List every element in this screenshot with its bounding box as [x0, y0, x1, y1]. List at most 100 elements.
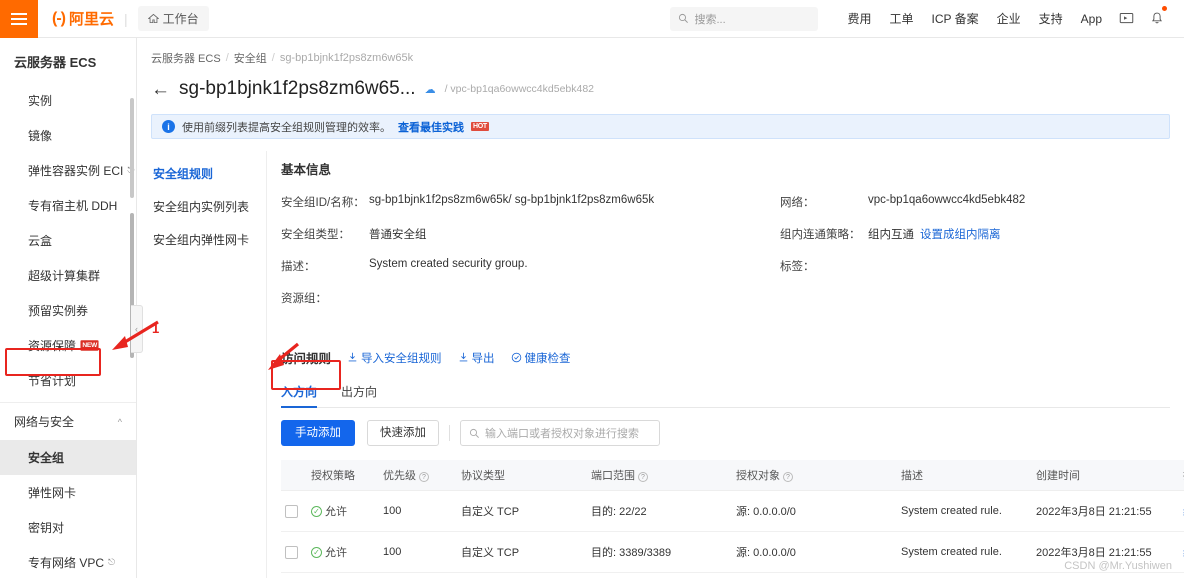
- sidebar-title: 云服务器 ECS: [14, 55, 97, 70]
- sidebar-item-key-pair[interactable]: 密钥对: [0, 510, 136, 545]
- rule-action-label: 健康检查: [524, 352, 571, 365]
- set-group-isolation-link[interactable]: 设置成组内隔离: [920, 226, 1001, 242]
- sidebar-item-resource-assurance[interactable]: 资源保障 NEW: [0, 328, 136, 363]
- home-icon: [147, 13, 159, 24]
- cell-protocol: 全部 ICMP(IPv4): [457, 572, 587, 578]
- direction-tabs: 入方向 出方向: [281, 383, 1170, 408]
- policy-allow-badge: ✓ 允许: [311, 544, 347, 560]
- manual-add-button[interactable]: 手动添加: [281, 420, 355, 446]
- info-label: 组内连通策略：: [780, 229, 861, 241]
- import-security-group-rules-button[interactable]: 导入安全组规则: [347, 350, 442, 366]
- info-row-network: 网络： vpc-bp1qa6owwcc4kd5ebk482: [780, 194, 1170, 210]
- export-button[interactable]: 导出: [458, 350, 495, 366]
- sidebar-item-cloudbox[interactable]: 云盒: [0, 223, 136, 258]
- breadcrumb-item-ecs[interactable]: 云服务器 ECS: [151, 50, 221, 66]
- inner-nav-security-group-rules[interactable]: 安全组规则: [137, 157, 266, 190]
- cell-description: System created rule.: [897, 531, 1032, 573]
- table-row: ✓ 允许 100 全部 ICMP(IPv4) 目的: -1/-1 源: 0.0.…: [281, 572, 1184, 578]
- best-practice-link[interactable]: 查看最佳实践: [398, 119, 464, 135]
- help-icon[interactable]: ?: [419, 472, 429, 482]
- info-label: 安全组类型：: [281, 229, 350, 241]
- sidebar-item-reserved-instance[interactable]: 预留实例券: [0, 293, 136, 328]
- tab-inbound[interactable]: 入方向: [281, 383, 318, 408]
- column-header-policy: 授权策略: [307, 460, 379, 491]
- cell-description: System created rule.: [897, 572, 1032, 578]
- sidebar-item-vpc[interactable]: 专有网络 VPC ⎋: [0, 545, 136, 578]
- annotation-number-1: 1: [152, 321, 160, 336]
- info-label: 网络：: [780, 197, 815, 209]
- inner-nav-label: 安全组内弹性网卡: [153, 233, 250, 247]
- health-check-button[interactable]: 健康检查: [511, 350, 571, 366]
- sidebar-item-label: 弹性容器实例 ECI: [28, 164, 124, 178]
- breadcrumb-item-current: sg-bp1bjnk1f2ps8zm6w65k: [279, 52, 414, 64]
- back-arrow-icon[interactable]: ←: [151, 80, 170, 99]
- sidebar-scroll-area: 实例 镜像 弹性容器实例 ECI ⎋ 专有宿主机 DDH 云盒 超级计算集群 预…: [0, 83, 136, 578]
- inner-nav-label: 安全组规则: [153, 167, 214, 181]
- info-banner: i 使用前缀列表提高安全组规则管理的效率。 查看最佳实践 HOT: [151, 114, 1170, 139]
- sidebar-item-label: 专有宿主机 DDH: [28, 199, 118, 213]
- content-wrapper: 安全组规则 安全组内实例列表 安全组内弹性网卡 基本信息 安全组ID/名称： s…: [137, 151, 1184, 578]
- info-label: 资源组：: [281, 293, 327, 305]
- access-rules-header: 访问规则 导入安全组规则 导出 健康检查: [281, 348, 1170, 367]
- row-checkbox[interactable]: [285, 504, 298, 518]
- access-rules-title: 访问规则: [281, 352, 332, 366]
- column-header-created-time: 创建时间: [1032, 460, 1157, 491]
- workbench-button[interactable]: 工作台: [137, 6, 209, 31]
- info-row-intra-group-policy: 组内连通策略： 组内互通 设置成组内隔离: [780, 226, 1170, 242]
- page-vpc-subtitle: / vpc-bp1qa6owwcc4kd5ebk482: [444, 83, 595, 95]
- help-icon[interactable]: ?: [783, 472, 793, 482]
- sidebar-item-image[interactable]: 镜像: [0, 118, 136, 153]
- bell-icon[interactable]: [1142, 6, 1172, 26]
- global-search-input[interactable]: 搜索...: [670, 6, 819, 31]
- inner-nav-eni-list[interactable]: 安全组内弹性网卡: [137, 223, 266, 256]
- check-circle-icon: ✓: [311, 505, 322, 517]
- row-checkbox[interactable]: [285, 545, 298, 559]
- table-row: ✓ 允许 100 自定义 TCP 目的: 3389/3389 源: 0.0.0.…: [281, 531, 1184, 573]
- breadcrumb-separator: /: [225, 52, 229, 64]
- cloud-icon[interactable]: ☁: [425, 83, 436, 96]
- cell-policy: ✓ 允许: [307, 531, 379, 573]
- nav-link-support[interactable]: 支持: [1030, 10, 1072, 27]
- screen-icon[interactable]: [1111, 11, 1142, 26]
- column-header-auth-target: 授权对象?: [732, 460, 897, 491]
- sidebar-item-instance[interactable]: 实例: [0, 83, 136, 118]
- info-row-sg-type: 安全组类型： 普通安全组: [281, 226, 740, 242]
- nav-link-app[interactable]: App: [1072, 12, 1111, 26]
- external-link-icon: ⎋: [108, 557, 116, 567]
- aliyun-logo[interactable]: (-) 阿里云: [52, 8, 114, 29]
- breadcrumb-item-security-group[interactable]: 安全组: [234, 50, 267, 66]
- table-header: 授权策略 优先级? 协议类型 端口范围? 授权对象? 描述 创建时间: [281, 460, 1184, 491]
- sidebar-item-ddh[interactable]: 专有宿主机 DDH: [0, 188, 136, 223]
- cell-created-time: 2022年3月8日 21:21:55: [1032, 490, 1157, 532]
- sidebar-item-label: 超级计算集群: [28, 269, 101, 283]
- nav-link-tickets[interactable]: 工单: [880, 10, 922, 27]
- sidebar-item-eci[interactable]: 弹性容器实例 ECI ⎋: [0, 153, 136, 188]
- nav-link-enterprise[interactable]: 企业: [988, 10, 1030, 27]
- tab-outbound[interactable]: 出方向: [341, 383, 377, 407]
- quick-add-button[interactable]: 快速添加: [367, 420, 439, 446]
- info-value: 普通安全组: [369, 229, 427, 241]
- import-icon: [348, 352, 357, 362]
- column-header-protocol: 协议类型: [457, 460, 587, 491]
- inner-nav-instance-list[interactable]: 安全组内实例列表: [137, 190, 266, 223]
- sidebar-group-network-security[interactable]: 网络与安全 ^: [0, 402, 136, 440]
- sidebar-item-label: 密钥对: [28, 521, 65, 535]
- help-icon[interactable]: ?: [638, 472, 648, 482]
- nav-link-fees[interactable]: 费用: [838, 10, 880, 27]
- sidebar-item-security-group[interactable]: 安全组: [0, 440, 136, 475]
- sidebar-item-eni[interactable]: 弹性网卡: [0, 475, 136, 510]
- nav-link-icp[interactable]: ICP 备案: [922, 10, 987, 27]
- sidebar-scrollbar[interactable]: [130, 98, 134, 198]
- left-sidebar: 云服务器 ECS 实例 镜像 弹性容器实例 ECI ⎋ 专有宿主机 DDH 云盒…: [0, 38, 137, 578]
- basic-info-right-column: 网络： vpc-bp1qa6owwcc4kd5ebk482 组内连通策略： 组内…: [740, 194, 1170, 322]
- search-icon: [469, 428, 479, 438]
- rules-search-input[interactable]: 输入端口或者授权对象进行搜索: [460, 420, 660, 446]
- info-banner-text: 使用前缀列表提高安全组规则管理的效率。: [182, 121, 391, 134]
- sidebar-collapse-toggle[interactable]: ‹: [131, 305, 143, 353]
- check-circle-icon: ✓: [311, 546, 322, 558]
- breadcrumb: 云服务器 ECS / 安全组 / sg-bp1bjnk1f2ps8zm6w65k: [137, 38, 1184, 66]
- hamburger-menu-icon[interactable]: [0, 0, 38, 38]
- sidebar-item-scc[interactable]: 超级计算集群: [0, 258, 136, 293]
- sidebar-item-savings-plan[interactable]: 节省计划: [0, 363, 136, 398]
- export-icon: [459, 352, 467, 362]
